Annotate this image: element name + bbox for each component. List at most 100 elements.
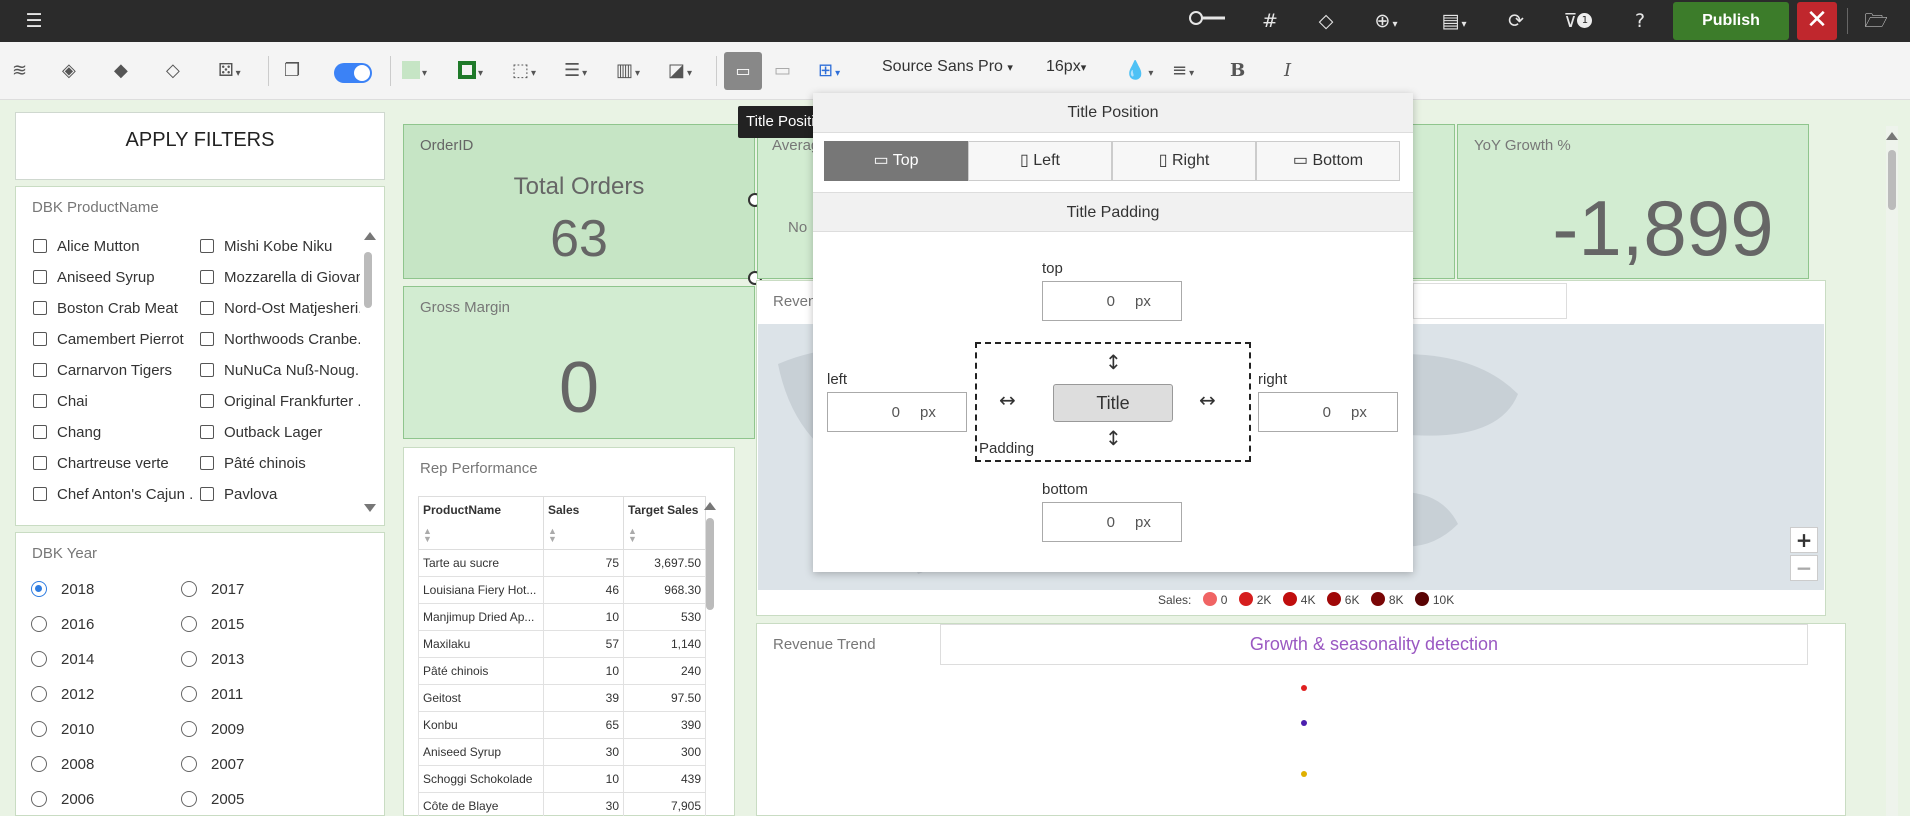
radio-item[interactable]: 2016 bbox=[31, 615, 151, 635]
radio-icon[interactable] bbox=[31, 651, 47, 667]
diamond-icon[interactable]: ◇ bbox=[1312, 8, 1340, 34]
font-family-select[interactable]: Source Sans Pro ▾ bbox=[882, 58, 1013, 76]
radio-item[interactable]: 2005 bbox=[181, 790, 301, 810]
radio-item[interactable]: 2010 bbox=[31, 720, 151, 740]
radio-icon[interactable] bbox=[181, 791, 197, 807]
radio-selected-icon[interactable] bbox=[31, 581, 47, 597]
border-color-icon[interactable]: ▾ bbox=[458, 58, 483, 84]
padding-right-input[interactable]: 0 px bbox=[1258, 392, 1398, 432]
table-row[interactable]: Aniseed Syrup 30 300 bbox=[418, 738, 706, 766]
radio-item[interactable]: 2013 bbox=[181, 650, 301, 670]
radio-icon[interactable] bbox=[31, 616, 47, 632]
table-row[interactable]: Geitost 39 97.50 bbox=[418, 684, 706, 712]
italic-icon[interactable]: I bbox=[1284, 58, 1291, 84]
radio-icon[interactable] bbox=[31, 721, 47, 737]
radio-icon[interactable] bbox=[31, 756, 47, 772]
font-size-select[interactable]: 16px▾ bbox=[1046, 58, 1086, 76]
radio-icon[interactable] bbox=[181, 721, 197, 737]
table-row[interactable]: Schoggi Schokolade 10 439 bbox=[418, 765, 706, 793]
table-row[interactable]: Tarte au sucre 75 3,697.50 bbox=[418, 549, 706, 577]
bring-front-icon[interactable]: ◆ bbox=[114, 58, 128, 84]
hamburger-icon[interactable]: ☰ bbox=[20, 8, 48, 34]
map-zoom-out-button[interactable]: − bbox=[1790, 555, 1818, 581]
bring-forward-icon[interactable]: ◈ bbox=[62, 58, 76, 84]
padding-left-input[interactable]: 0 px bbox=[827, 392, 967, 432]
table-row[interactable]: Louisiana Fiery Hot... 46 968.30 bbox=[418, 576, 706, 604]
border-style-icon[interactable]: ⬚ ▾ bbox=[512, 58, 536, 84]
radio-item[interactable]: 2006 bbox=[31, 790, 151, 810]
page-scrollbar[interactable] bbox=[1886, 126, 1898, 816]
radio-item[interactable]: 2018 bbox=[31, 580, 151, 600]
table-row[interactable]: Manjimup Dried Ap... 10 530 bbox=[418, 603, 706, 631]
checkbox-item[interactable]: Nord-Ost Matjesheri... bbox=[200, 299, 360, 319]
fill-color-icon[interactable]: ▾ bbox=[402, 58, 427, 84]
close-icon[interactable]: ✕ bbox=[1797, 2, 1837, 40]
checkbox-item[interactable]: Boston Crab Meat bbox=[33, 299, 183, 319]
kpi-average[interactable]: Averag No bbox=[757, 124, 819, 279]
checkbox-item[interactable]: Camembert Pierrot bbox=[33, 330, 188, 350]
copy-icon[interactable]: ❐ bbox=[284, 58, 300, 84]
checkbox-icon[interactable] bbox=[33, 239, 47, 253]
table-scroll-up-icon[interactable] bbox=[704, 502, 716, 510]
page-scroll-up-icon[interactable] bbox=[1886, 132, 1898, 140]
apply-filters-button[interactable]: APPLY FILTERS bbox=[15, 112, 385, 180]
checkbox-item[interactable]: Mozzarella di Giovan bbox=[200, 268, 360, 288]
checkbox-item[interactable]: Chai bbox=[33, 392, 183, 412]
column-header[interactable]: Sales ▲ ▼ bbox=[543, 496, 624, 550]
snap-toggle[interactable] bbox=[334, 63, 372, 83]
kpi-total-orders[interactable]: OrderID Total Orders 63 bbox=[403, 124, 755, 279]
checkbox-icon[interactable] bbox=[200, 301, 214, 315]
help-icon[interactable]: ? bbox=[1626, 8, 1654, 34]
refresh-icon[interactable]: ⟳ bbox=[1502, 8, 1530, 34]
checkbox-item[interactable]: Chang bbox=[33, 423, 183, 443]
trend-point[interactable] bbox=[1301, 685, 1307, 691]
border-width-icon[interactable]: ☰ ▾ bbox=[564, 58, 587, 84]
align-icon[interactable]: ≡ ▾ bbox=[1172, 58, 1194, 84]
sort-icon[interactable]: ▲ ▼ bbox=[423, 527, 432, 544]
radio-icon[interactable] bbox=[181, 686, 197, 702]
checkbox-item[interactable]: NuNuCa Nuß-Noug... bbox=[200, 361, 360, 381]
checkbox-icon[interactable] bbox=[200, 487, 214, 501]
checkbox-icon[interactable] bbox=[200, 425, 214, 439]
sort-icon[interactable]: ▲ ▼ bbox=[628, 527, 637, 544]
radio-icon[interactable] bbox=[31, 791, 47, 807]
checkbox-icon[interactable] bbox=[33, 487, 47, 501]
map-zoom-in-button[interactable]: + bbox=[1790, 527, 1818, 553]
column-header[interactable]: ProductName ▲ ▼ bbox=[418, 496, 544, 550]
table-scrollbar[interactable] bbox=[704, 512, 716, 816]
grid-hash-icon[interactable]: # bbox=[1256, 8, 1284, 34]
title-bottom-icon[interactable]: ▭ bbox=[774, 58, 791, 84]
position-right-button[interactable]: ▯ Right bbox=[1112, 141, 1256, 181]
checkbox-item[interactable]: Alice Mutton bbox=[33, 237, 183, 257]
checkbox-icon[interactable] bbox=[200, 394, 214, 408]
product-scroll-thumb[interactable] bbox=[364, 252, 372, 308]
page-scroll-thumb[interactable] bbox=[1888, 150, 1896, 210]
checkbox-item[interactable]: Chartreuse verte bbox=[33, 454, 183, 474]
position-top-button[interactable]: ▭ Top bbox=[824, 141, 968, 181]
sort-icon[interactable]: ▲ ▼ bbox=[548, 527, 557, 544]
filter-icon[interactable]: ⊽ 1 bbox=[1556, 8, 1600, 34]
checkbox-icon[interactable] bbox=[33, 425, 47, 439]
radio-item[interactable]: 2017 bbox=[181, 580, 301, 600]
checkbox-item[interactable]: Pavlova bbox=[200, 485, 360, 505]
page-icon[interactable]: ▤ ▾ bbox=[1434, 8, 1474, 34]
trend-point[interactable] bbox=[1301, 771, 1307, 777]
bold-icon[interactable]: B bbox=[1230, 58, 1245, 84]
checkbox-item[interactable]: Aniseed Syrup bbox=[33, 268, 183, 288]
table-row[interactable]: Côte de Blaye 30 7,905 bbox=[418, 792, 706, 816]
table-row[interactable]: Konbu 65 390 bbox=[418, 711, 706, 739]
radio-item[interactable]: 2007 bbox=[181, 755, 301, 775]
column-header[interactable]: Target Sales ▲ ▼ bbox=[623, 496, 706, 550]
slider-icon[interactable] bbox=[1186, 8, 1228, 34]
layers-icon[interactable]: ≋ bbox=[12, 58, 27, 84]
checkbox-icon[interactable] bbox=[33, 394, 47, 408]
radio-icon[interactable] bbox=[181, 651, 197, 667]
dice-icon[interactable]: ⚄ ▾ bbox=[218, 58, 241, 84]
checkbox-icon[interactable] bbox=[33, 363, 47, 377]
position-bottom-button[interactable]: ▭ Bottom bbox=[1256, 141, 1400, 181]
padding-bottom-input[interactable]: 0 px bbox=[1042, 502, 1182, 542]
radio-icon[interactable] bbox=[181, 616, 197, 632]
table-row[interactable]: Maxilaku 57 1,140 bbox=[418, 630, 706, 658]
radio-icon[interactable] bbox=[181, 756, 197, 772]
padding-top-input[interactable]: 0 px bbox=[1042, 281, 1182, 321]
